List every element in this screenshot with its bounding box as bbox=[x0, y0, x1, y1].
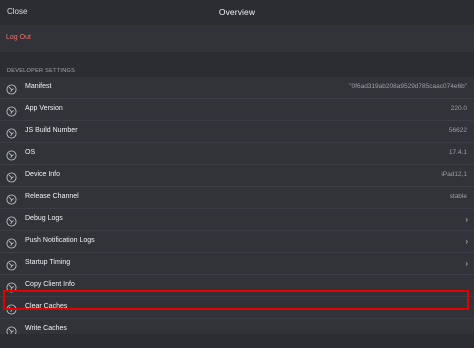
row-push-notification-logs[interactable]: Push Notification Logs › bbox=[0, 231, 474, 253]
row-label: Startup Timing bbox=[25, 259, 71, 266]
highlight-box-clear-caches bbox=[3, 290, 469, 310]
wrench-icon bbox=[6, 236, 17, 249]
wrench-icon bbox=[6, 82, 17, 95]
row-value: 17.4.1 bbox=[448, 149, 467, 156]
row-label: JS Build Number bbox=[25, 127, 78, 134]
row-value: 56622 bbox=[448, 127, 467, 134]
row-release-channel[interactable]: Release Channel stable bbox=[0, 187, 474, 209]
top-bar: Close Overview bbox=[0, 0, 474, 25]
row-label: Device Info bbox=[25, 171, 61, 178]
wrench-icon bbox=[6, 170, 17, 183]
chevron-right-icon: › bbox=[465, 237, 468, 246]
row-value: stable bbox=[449, 193, 467, 200]
row-app-version[interactable]: App Version 220.0 bbox=[0, 99, 474, 121]
row-os[interactable]: OS 17.4.1 bbox=[0, 143, 474, 165]
wrench-icon bbox=[6, 214, 17, 227]
wrench-icon bbox=[6, 258, 17, 271]
row-manifest[interactable]: Manifest "0f6ad319ab208a9529d785caac074e6… bbox=[0, 77, 474, 99]
page-title: Overview bbox=[218, 7, 256, 17]
chevron-right-icon: › bbox=[465, 215, 468, 224]
logout-button[interactable]: Log Out bbox=[0, 25, 474, 52]
row-label: Release Channel bbox=[25, 193, 79, 200]
row-label: App Version bbox=[25, 105, 63, 112]
row-value: iPad12,1 bbox=[441, 171, 467, 178]
chevron-right-icon: › bbox=[465, 259, 468, 268]
wrench-icon bbox=[6, 104, 17, 117]
row-startup-timing[interactable]: Startup Timing › bbox=[0, 253, 474, 275]
section-header-developer: DEVELOPER SETTINGS bbox=[7, 68, 76, 74]
row-label: OS bbox=[25, 149, 36, 156]
row-label: Write Caches bbox=[25, 325, 67, 332]
row-js-build-number[interactable]: JS Build Number 56622 bbox=[0, 121, 474, 143]
wrench-icon bbox=[6, 148, 17, 161]
bottom-strip bbox=[0, 334, 474, 348]
row-value: 220.0 bbox=[450, 105, 467, 112]
row-label: Copy Client Info bbox=[25, 281, 75, 288]
row-debug-logs[interactable]: Debug Logs › bbox=[0, 209, 474, 231]
row-label: Debug Logs bbox=[25, 215, 63, 222]
row-label: Manifest bbox=[25, 83, 52, 90]
row-device-info[interactable]: Device Info iPad12,1 bbox=[0, 165, 474, 187]
wrench-icon bbox=[6, 126, 17, 139]
logout-label: Log Out bbox=[6, 34, 31, 41]
row-label: Push Notification Logs bbox=[25, 237, 95, 244]
row-value: "0f6ad319ab208a9529d785caac074e6b" bbox=[349, 83, 467, 90]
wrench-icon bbox=[6, 192, 17, 205]
